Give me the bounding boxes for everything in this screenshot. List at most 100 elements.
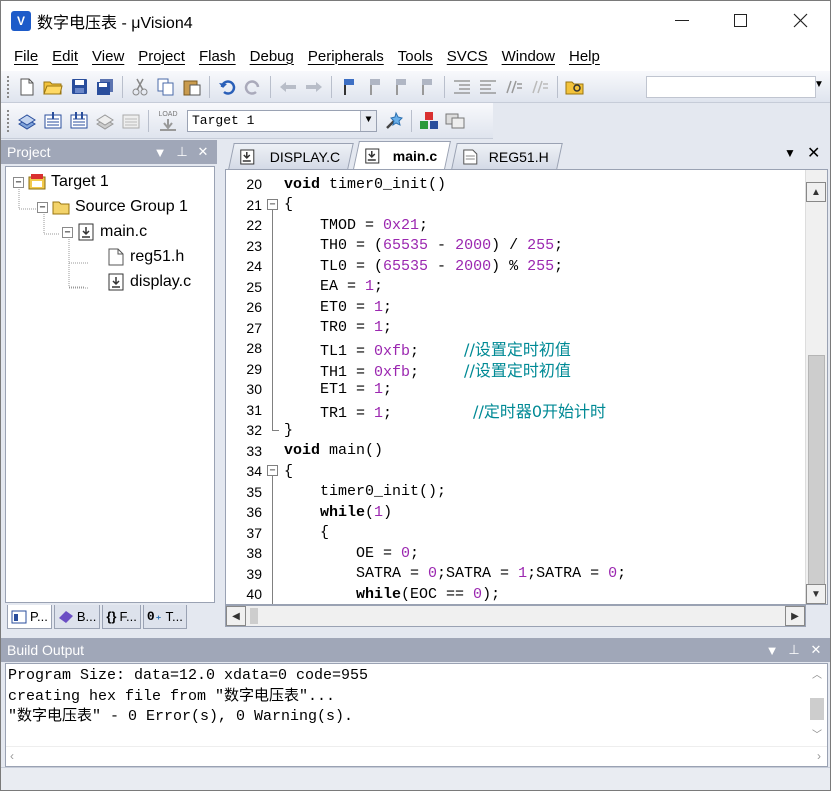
target-select[interactable]: Target 1 ▼ bbox=[187, 109, 377, 132]
code-line[interactable]: 38 OE = 0; bbox=[226, 543, 806, 564]
previous-bookmark-icon[interactable] bbox=[364, 76, 386, 98]
undo-icon[interactable] bbox=[216, 76, 238, 98]
scroll-right-icon[interactable]: › bbox=[817, 749, 821, 763]
file-extensions-icon[interactable] bbox=[444, 110, 466, 132]
close-icon[interactable]: ✕ bbox=[194, 140, 212, 164]
code-line[interactable]: 33 void main() bbox=[226, 441, 806, 462]
tab-templates[interactable]: 0₊ T... bbox=[142, 605, 187, 629]
toolbar-grip[interactable] bbox=[7, 109, 10, 132]
tab-display-c[interactable]: DISPLAY.C bbox=[228, 143, 355, 169]
menu-flash[interactable]: Flash bbox=[192, 48, 243, 65]
stop-build-icon[interactable] bbox=[120, 110, 142, 132]
menu-view[interactable]: View bbox=[85, 48, 131, 65]
save-all-icon[interactable] bbox=[94, 76, 116, 98]
code-editor[interactable]: 20 void timer0_init() 21−{22 TMOD = 0x21; 2… bbox=[225, 169, 828, 605]
menu-file[interactable]: File bbox=[7, 48, 45, 65]
scroll-up-icon[interactable]: ▲ bbox=[806, 182, 826, 202]
rebuild-icon[interactable] bbox=[68, 110, 90, 132]
scroll-down-icon[interactable]: ▼ bbox=[806, 584, 826, 604]
toolbar-grip[interactable] bbox=[7, 75, 10, 98]
scroll-left-icon[interactable]: ◀ bbox=[226, 606, 246, 626]
code-line[interactable]: 34−{ bbox=[226, 461, 806, 482]
code-line[interactable]: 37 { bbox=[226, 522, 806, 543]
clear-bookmarks-icon[interactable] bbox=[416, 76, 438, 98]
tab-project[interactable]: P... bbox=[7, 605, 52, 629]
tab-functions[interactable]: {} F... bbox=[102, 605, 141, 629]
menu-peripherals[interactable]: Peripherals bbox=[301, 48, 391, 65]
open-folder-icon[interactable] bbox=[42, 76, 64, 98]
pin-icon[interactable]: ⊥ bbox=[785, 638, 803, 662]
menu-help[interactable]: Help bbox=[562, 48, 607, 65]
indent-icon[interactable] bbox=[451, 76, 473, 98]
menu-window[interactable]: Window bbox=[495, 48, 562, 65]
target-options-icon[interactable] bbox=[383, 110, 405, 132]
build-icon[interactable] bbox=[42, 110, 64, 132]
scroll-thumb[interactable] bbox=[810, 698, 824, 720]
code-line[interactable]: 24 TL0 = (65535 - 2000) % 255; bbox=[226, 256, 806, 277]
build-output-panel[interactable]: Program Size: data=12.0 xdata=0 code=955… bbox=[5, 663, 828, 767]
tab-list-icon[interactable]: ▼ bbox=[784, 146, 796, 160]
navigate-back-icon[interactable] bbox=[277, 76, 299, 98]
tree-node-source-group[interactable]: − Source Group 1 bbox=[37, 198, 188, 216]
menu-project[interactable]: Project bbox=[131, 48, 192, 65]
paste-icon[interactable] bbox=[181, 76, 203, 98]
find-in-files-icon[interactable] bbox=[564, 76, 586, 98]
editor-vertical-scrollbar[interactable]: ▲ ▼ bbox=[805, 170, 827, 604]
insert-bookmark-icon[interactable] bbox=[338, 76, 360, 98]
menu-svcs[interactable]: SVCS bbox=[440, 48, 495, 65]
code-line[interactable]: 30 ET1 = 1; bbox=[226, 379, 806, 400]
h-scroll-thumb[interactable] bbox=[250, 608, 258, 624]
scroll-right-icon[interactable]: ▶ bbox=[785, 606, 805, 626]
tree-node-main-c[interactable]: − main.c bbox=[62, 223, 147, 241]
panel-menu-icon[interactable]: ▼ bbox=[151, 140, 169, 164]
panel-menu-icon[interactable]: ▼ bbox=[763, 638, 781, 662]
chevron-down-icon[interactable]: ▼ bbox=[360, 110, 376, 131]
build-horizontal-scrollbar[interactable]: ‹ › bbox=[6, 746, 827, 766]
batch-build-icon[interactable] bbox=[94, 110, 116, 132]
translate-icon[interactable] bbox=[16, 110, 38, 132]
scroll-up-icon[interactable]: ︿ bbox=[812, 666, 822, 681]
save-icon[interactable] bbox=[68, 76, 90, 98]
menu-debug[interactable]: Debug bbox=[243, 48, 301, 65]
collapse-icon[interactable]: − bbox=[13, 176, 24, 188]
build-vertical-scrollbar[interactable]: ︿ ﹀ bbox=[807, 664, 827, 744]
fold-collapse-icon[interactable]: − bbox=[266, 195, 280, 216]
scroll-down-icon[interactable]: ﹀ bbox=[812, 726, 822, 741]
tab-reg51-h[interactable]: REG51.H bbox=[450, 143, 563, 169]
toolbar-overflow-icon[interactable]: ▼ bbox=[814, 79, 824, 90]
tab-main-c[interactable]: main.c bbox=[353, 141, 452, 169]
new-file-icon[interactable] bbox=[16, 76, 38, 98]
copy-icon[interactable] bbox=[155, 76, 177, 98]
code-line[interactable]: 36 while(1) bbox=[226, 502, 806, 523]
tree-node-display-c[interactable]: display.c bbox=[107, 273, 191, 291]
code-line[interactable]: 26 ET0 = 1; bbox=[226, 297, 806, 318]
menu-edit[interactable]: Edit bbox=[45, 48, 85, 65]
code-line[interactable]: 32} bbox=[226, 420, 806, 441]
code-line[interactable]: 22 TMOD = 0x21; bbox=[226, 215, 806, 236]
close-icon[interactable]: ✕ bbox=[807, 638, 825, 662]
pin-icon[interactable]: ⊥ bbox=[173, 140, 191, 164]
scroll-thumb[interactable] bbox=[808, 355, 825, 604]
code-line[interactable]: 23 TH0 = (65535 - 2000) / 255; bbox=[226, 235, 806, 256]
editor-horizontal-scrollbar[interactable]: ◀ ▶ bbox=[225, 605, 806, 627]
tree-node-reg51-h[interactable]: reg51.h bbox=[107, 248, 184, 266]
panel-splitter[interactable] bbox=[217, 140, 225, 634]
code-line[interactable]: 39 SATRA = 0;SATRA = 1;SATRA = 0; bbox=[226, 563, 806, 584]
menu-tools[interactable]: Tools bbox=[391, 48, 440, 65]
code-line[interactable]: 20 void timer0_init() bbox=[226, 174, 806, 195]
redo-icon[interactable] bbox=[242, 76, 264, 98]
collapse-icon[interactable]: − bbox=[62, 226, 73, 238]
scroll-left-icon[interactable]: ‹ bbox=[10, 749, 14, 763]
code-line[interactable]: 28 TL1 = 0xfb; //设置定时初值 bbox=[226, 338, 806, 360]
code-line[interactable]: 29 TH1 = 0xfb; //设置定时初值 bbox=[226, 358, 806, 381]
maximize-icon[interactable] bbox=[710, 0, 770, 40]
tab-books[interactable]: B... bbox=[53, 605, 101, 629]
fold-collapse-icon[interactable]: − bbox=[266, 461, 280, 482]
manage-components-icon[interactable] bbox=[418, 110, 440, 132]
comment-selection-icon[interactable] bbox=[503, 76, 525, 98]
uncomment-selection-icon[interactable] bbox=[529, 76, 551, 98]
code-line[interactable]: 27 TR0 = 1; bbox=[226, 317, 806, 338]
code-line[interactable]: 40 while(EOC == 0); bbox=[226, 584, 806, 604]
code-line[interactable]: 25 EA = 1; bbox=[226, 276, 806, 297]
navigate-forward-icon[interactable] bbox=[303, 76, 325, 98]
